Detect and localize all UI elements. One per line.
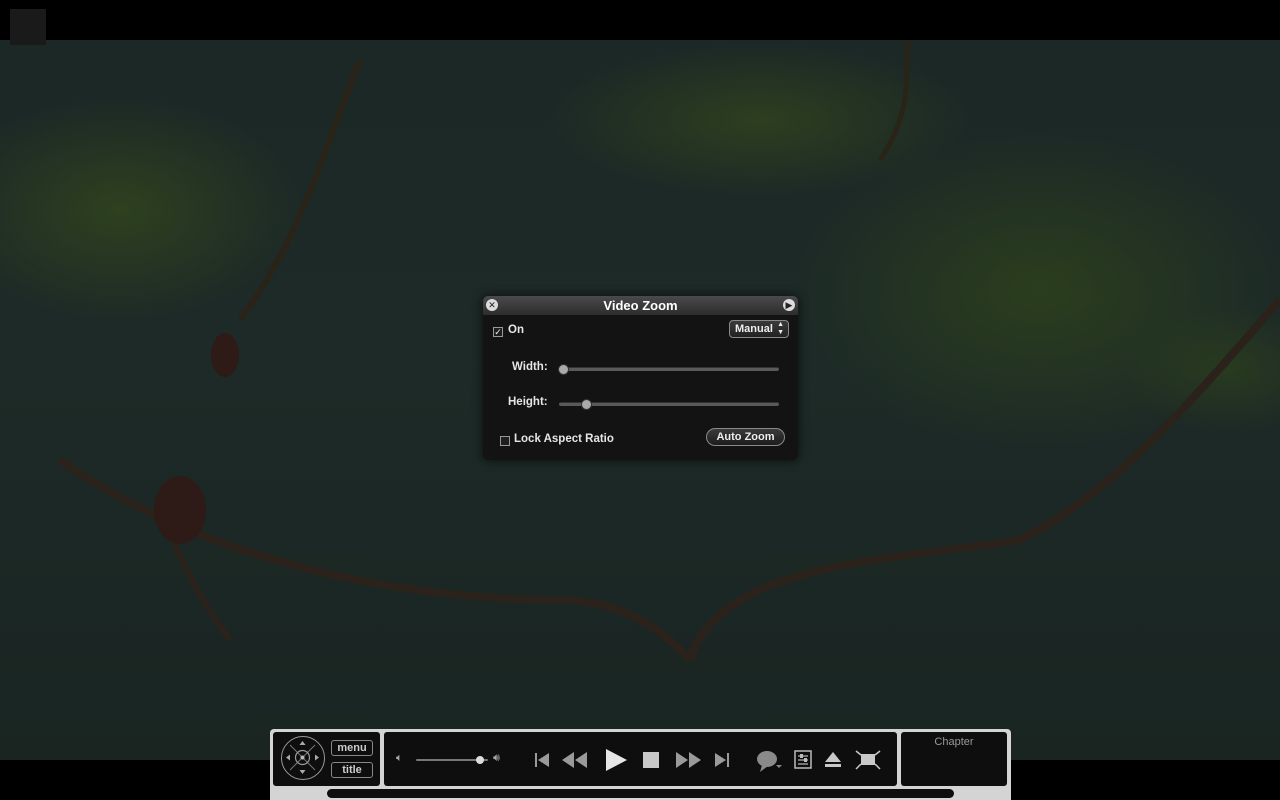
- skip-back-icon[interactable]: [532, 750, 552, 770]
- dvd-controller: menu title 🔈︎ 🔊︎ Chapter: [270, 729, 1011, 800]
- panel-title-bar[interactable]: ✕ Video Zoom ▶: [483, 296, 798, 315]
- play-arrow-icon[interactable]: ▶: [783, 299, 795, 311]
- height-label: Height:: [508, 396, 548, 408]
- speaker-high-icon: 🔊︎: [493, 752, 500, 764]
- width-slider[interactable]: [558, 364, 779, 375]
- lock-aspect-label: Lock Aspect Ratio: [514, 433, 614, 445]
- chapter-section: Chapter: [901, 732, 1007, 786]
- rewind-icon[interactable]: [560, 750, 590, 770]
- volume-slider-knob[interactable]: [475, 756, 484, 764]
- navigation-dpad-icon[interactable]: [281, 736, 325, 780]
- zoom-mode-select[interactable]: Manual ▲ ▼: [729, 320, 789, 338]
- height-slider[interactable]: [559, 399, 779, 410]
- skip-forward-icon[interactable]: [712, 750, 732, 770]
- fast-forward-icon[interactable]: [673, 750, 703, 770]
- play-icon[interactable]: [603, 747, 630, 773]
- eject-icon[interactable]: [823, 749, 843, 769]
- width-label: Width:: [512, 361, 548, 373]
- select-arrows-icon: ▲ ▼: [777, 321, 784, 336]
- height-slider-knob[interactable]: [581, 399, 593, 410]
- fullscreen-icon[interactable]: [854, 749, 882, 771]
- on-checkbox[interactable]: ✓: [493, 327, 503, 337]
- width-slider-knob[interactable]: [558, 364, 569, 375]
- stop-icon[interactable]: [640, 749, 662, 771]
- chapter-label: Chapter: [934, 736, 974, 748]
- video-zoom-panel: ✕ Video Zoom ▶ ✓ On Manual ▲ ▼ Width: Hei…: [483, 296, 798, 460]
- close-icon[interactable]: ✕: [486, 299, 498, 311]
- zoom-mode-value: Manual: [735, 323, 773, 335]
- sliders-icon[interactable]: [793, 749, 813, 771]
- menu-button[interactable]: menu: [331, 740, 373, 756]
- speech-bubble-icon[interactable]: [755, 749, 785, 773]
- volume-slider[interactable]: [416, 756, 488, 764]
- nav-section: menu title: [273, 732, 380, 786]
- speaker-low-icon: 🔈︎: [396, 752, 403, 764]
- panel-title: Video Zoom: [603, 298, 678, 313]
- auto-zoom-button[interactable]: Auto Zoom: [706, 428, 785, 446]
- corner-indicator: [10, 9, 46, 45]
- lock-aspect-checkbox[interactable]: [500, 436, 510, 446]
- time-slider[interactable]: [327, 789, 954, 798]
- title-button[interactable]: title: [331, 762, 373, 778]
- playback-section: 🔈︎ 🔊︎: [384, 732, 897, 786]
- on-label: On: [508, 324, 524, 336]
